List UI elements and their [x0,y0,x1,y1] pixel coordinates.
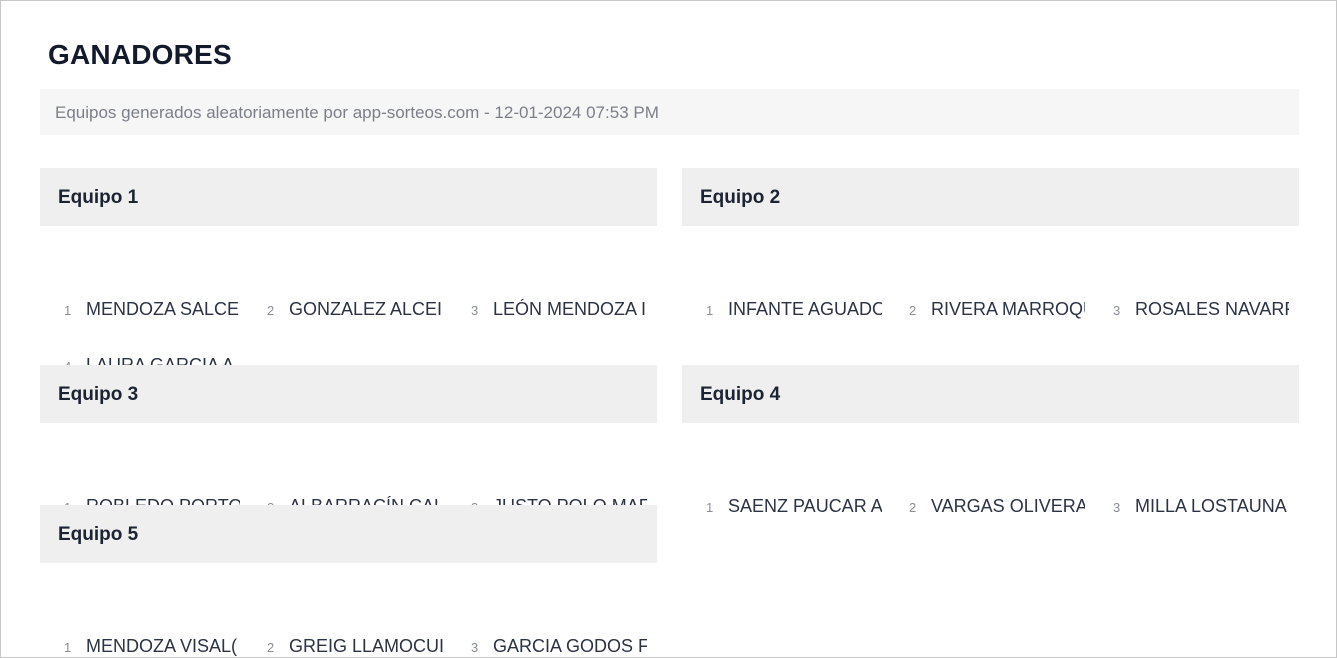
team-card-4: Equipo 4 1 SAENZ PAUCAR A 2 VARGAS OLIVE… [682,365,1299,516]
member-number: 2 [909,303,917,318]
member-name: MENDOZA VISAL( [86,636,238,656]
member-name: ROSALES NAVARF [1135,299,1289,319]
member-number: 2 [267,640,275,655]
team-member: 2 RIVERA MARROQU [885,299,1085,323]
team-header: Equipo 1 [40,168,657,226]
team-member: 2 GREIG LLAMOCUI [243,636,443,657]
member-number: 2 [909,500,917,515]
team-header: Equipo 4 [682,365,1299,423]
team-member: 1 INFANTE AGUADO [682,299,882,323]
team-card-2: Equipo 2 1 INFANTE AGUADO 2 RIVERA MARRO… [682,168,1299,319]
member-name: INFANTE AGUADO [728,299,882,319]
team-card-3: Equipo 3 1 ROBLEDO PORTO 2 ALBARRACÍN CA… [40,365,657,516]
team-member: 3 MILLA LOSTAUNA [1089,496,1289,520]
subtitle-text: Equipos generados aleatoriamente por app… [55,103,659,122]
team-header: Equipo 3 [40,365,657,423]
member-number: 3 [471,303,479,318]
results-panel: GANADORES Equipos generados aleatoriamen… [0,0,1337,658]
subtitle-bar: Equipos generados aleatoriamente por app… [40,89,1299,135]
member-number: 3 [1113,500,1121,515]
team-member: 2 VARGAS OLIVERA [885,496,1085,520]
team-member: 1 MENDOZA VISAL( [40,636,240,657]
team-name: Equipo 5 [58,524,139,545]
member-number: 2 [267,303,275,318]
member-number: 1 [706,303,714,318]
member-number: 1 [706,500,714,515]
member-name: RIVERA MARROQU [931,299,1085,319]
team-header: Equipo 5 [40,505,657,563]
team-member: 3 ROSALES NAVARF [1089,299,1289,323]
member-name: MENDOZA SALCE [86,299,240,319]
team-member: 2 GONZALEZ ALCEI [243,299,443,323]
team-member: 1 SAENZ PAUCAR A [682,496,882,520]
team-member: 3 LEÓN MENDOZA I [447,299,647,323]
page-title: GANADORES [48,39,232,70]
member-number: 3 [471,640,479,655]
team-card-1: Equipo 1 1 MENDOZA SALCE 2 GONZALEZ ALCE… [40,168,657,375]
member-number: 1 [64,303,72,318]
team-name: Equipo 4 [700,384,781,405]
member-name: GONZALEZ ALCEI [289,299,443,319]
member-name: GREIG LLAMOCUI [289,636,443,656]
team-card-5: Equipo 5 1 MENDOZA VISAL( 2 GREIG LLAMOC… [40,505,657,656]
member-number: 3 [1113,303,1121,318]
member-name: SAENZ PAUCAR A [728,496,882,516]
member-number: 1 [64,640,72,655]
member-name: VARGAS OLIVERA [931,496,1085,516]
team-name: Equipo 1 [58,187,139,208]
team-header: Equipo 2 [682,168,1299,226]
team-name: Equipo 2 [700,187,781,208]
team-member: 3 GARCIA GODOS F [447,636,647,657]
member-name: GARCIA GODOS F [493,636,647,656]
member-name: MILLA LOSTAUNA [1135,496,1287,516]
member-name: LEÓN MENDOZA I [493,299,647,319]
team-name: Equipo 3 [58,384,139,405]
team-member: 1 MENDOZA SALCE [40,299,240,323]
